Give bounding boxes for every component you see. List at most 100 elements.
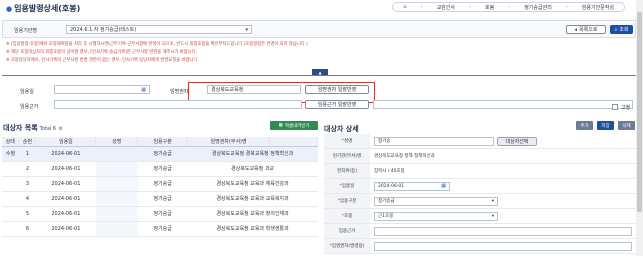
calendar-icon[interactable]: ▦ (441, 183, 446, 189)
type-cell: 정기승급 (137, 161, 188, 177)
search-button[interactable]: ⌕ 조회 (610, 25, 633, 34)
appointer-input[interactable] (374, 241, 632, 251)
basis-bulk-apply-button[interactable]: 임용근거 일괄반영 (305, 100, 369, 109)
appoint-date-label: 임용일 (20, 89, 34, 95)
column-header[interactable]: 상태 (2, 137, 20, 147)
name-cell (95, 146, 138, 162)
org-cell: 경상북도교육청 교육과 창의인재과 (187, 206, 318, 222)
breadcrumb-item[interactable]: 교원인사 (437, 4, 455, 11)
table-row[interactable]: 5 2024-06-01 정기승급 경상북도교육청 교육과 창의인재과 (2, 206, 318, 222)
date-input[interactable]: 2024-06-01 ▦ (374, 181, 450, 191)
type-cell: 정기승급 (137, 221, 188, 237)
column-header (269, 137, 318, 147)
target-table: 상태 순번 임용일 성명 임용구분 임명권자(부서)명 수정 1 2024-06… (2, 137, 318, 237)
search-icon: ⌕ (614, 26, 618, 33)
name-cell (95, 206, 138, 222)
basis-text-input[interactable] (373, 100, 633, 109)
back-icon: ◂ (574, 26, 578, 33)
settings-icon[interactable]: ⚙ (59, 126, 63, 132)
fixed-checkbox[interactable] (612, 104, 618, 110)
add-button[interactable]: 추가 (576, 121, 593, 130)
page-scrollbar[interactable] (636, 0, 643, 256)
table-row[interactable]: 수정 1 2024-06-01 정기승급 경상북도교육청 경북교육청 정책혁신과 (2, 146, 318, 162)
calendar-icon[interactable]: ▦ (141, 87, 146, 93)
no-cell: 2 (18, 161, 36, 177)
form-row: 현기관(부서)명 경상북도교육청 정책 정책혁신과 (324, 149, 636, 164)
appoint-date-input[interactable]: ▦ (54, 85, 150, 94)
name-cell (95, 191, 138, 207)
form-row: * 임용일 2024-06-01 ▦ (324, 179, 636, 194)
date-cell: 2024-06-01 (35, 191, 96, 207)
plan-select[interactable]: 2024.6.1.자 정기승급(테스트) ▾ (66, 25, 252, 34)
breadcrumb: ⌂ › 교원인사 › 호봉 › 정기승급관리 › 임용기안문작성 (392, 2, 625, 12)
type-label: * 임용구분 (324, 194, 370, 208)
column-header[interactable]: 성명 (95, 137, 139, 147)
notice-line: ※ [임용발령-호봉]에서 호봉재획정을 처리 후 시행하시면(근무기록-근무사… (6, 42, 308, 47)
excel-download-button[interactable]: ▦ 엑셀내려받기 (270, 121, 318, 130)
type-select[interactable]: 정기승급 ▾ (374, 196, 498, 206)
form-row: * 호봉 근1호봉 ▾ (324, 209, 636, 224)
select-target-button[interactable]: 대상자선택 (497, 136, 537, 146)
status-cell (2, 161, 19, 177)
breadcrumb-item[interactable]: 호봉 (485, 4, 494, 11)
delete-button[interactable]: 삭제 (618, 121, 635, 130)
table-row[interactable]: 4 2024-06-01 정기승급 경상북도교육청 교육과 교육복지과 (2, 191, 318, 207)
type-cell: 정기승급 (137, 206, 188, 222)
notice-line: ※ 해당 호봉대상자의 최종호봉이 상이할 경우, [인사기록-승급기록]란 근… (6, 50, 197, 55)
target-list-title: 대상자 목록 Total 6 ⚙ (3, 124, 64, 132)
date-cell: 2024-06-01 (35, 161, 96, 177)
scrollbar-thumb[interactable] (637, 12, 642, 212)
name-input[interactable]: 정기승 (374, 136, 494, 146)
date-cell: 2024-06-01 (35, 206, 96, 222)
rank-value: 장학사 / 40호봉 (374, 169, 405, 174)
column-header[interactable]: 임용일 (35, 137, 97, 147)
rank-label: 현직위(등) (324, 164, 370, 178)
back-to-list-button[interactable]: ◂ 목록으로 (566, 25, 606, 34)
chevron-up-icon: ▲ (318, 69, 322, 75)
home-icon[interactable]: ⌂ (403, 4, 406, 10)
search-label: 임용기안명 (14, 28, 38, 34)
org-cell: 경상북도교육청 경북교육청 정책혁신과 (187, 146, 318, 162)
type-cell: 정기승급 (137, 191, 188, 207)
column-header[interactable]: 임용구분 (137, 137, 189, 147)
column-header[interactable]: 순번 (18, 137, 37, 147)
basis-label: 임용근거 (324, 224, 370, 238)
column-header[interactable]: 임명권자(부서)명 (187, 137, 271, 147)
org-cell: 경상북도교육청 과교 (187, 161, 318, 177)
date-cell: 2024-06-01 (35, 146, 96, 162)
type-cell: 정기승급 (137, 146, 188, 162)
name-cell (95, 176, 138, 192)
excel-icon: ▦ (278, 123, 283, 128)
breadcrumb-item[interactable]: 임용기안문작성 (582, 4, 614, 11)
notice-line: ※ 호봉담당자에서, 인사기록의 근무사항 반영 권한이 없는 경우, 인사기록… (6, 58, 199, 63)
name-cell (95, 161, 138, 177)
name-label: * 성명 (324, 134, 370, 148)
save-button[interactable]: 저장 (597, 121, 614, 130)
status-cell (2, 221, 19, 237)
detail-form: * 성명 정기승 대상자선택 현기관(부서)명 경상북도교육청 정책 정책혁신과 … (324, 134, 636, 256)
name-cell (95, 221, 138, 237)
basis-input[interactable] (374, 226, 632, 236)
no-cell: 5 (18, 206, 36, 222)
no-cell: 1 (18, 146, 36, 162)
dept-label: 현기관(부서)명 (324, 149, 370, 163)
form-row: * 임명권자(발령용) (324, 239, 636, 254)
org-cell: 경상북도교육청 교육과 교육복지과 (187, 191, 318, 207)
table-row[interactable]: 6 2024-06-01 정기승급 경상북도교육청 교육과 학생생활과 (2, 221, 318, 237)
breadcrumb-item[interactable]: 정기승급관리 (524, 4, 552, 11)
appointer-label: 임명권자 (170, 89, 189, 95)
status-cell (2, 191, 19, 207)
status-cell (2, 176, 19, 192)
status-cell (2, 206, 19, 222)
form-row: * 성명 정기승 대상자선택 (324, 134, 636, 149)
detail-title: 대상자 상세 (324, 125, 359, 133)
chevron-down-icon: ▾ (245, 26, 248, 33)
basis-input[interactable] (54, 100, 302, 109)
dept-value: 경상북도교육청 정책 정책혁신과 (374, 154, 435, 159)
table-row[interactable]: 2 2024-06-01 정기승급 경상북도교육청 과교 (2, 161, 318, 177)
fixed-label: 고정 (621, 105, 631, 111)
status-cell: 수정 (2, 146, 19, 162)
grade-select[interactable]: 근1호봉 ▾ (374, 211, 498, 221)
table-row[interactable]: 3 2024-06-01 정기승급 경상북도교육청 교육과 체육건강과 (2, 176, 318, 192)
no-cell: 3 (18, 176, 36, 192)
